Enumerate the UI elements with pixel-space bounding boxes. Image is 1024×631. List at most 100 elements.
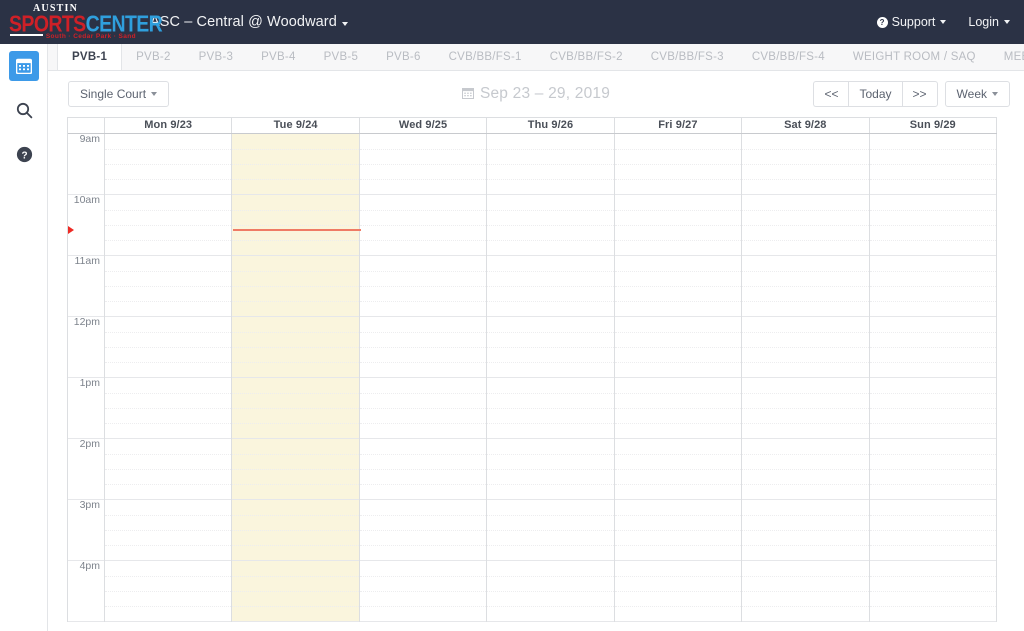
hour-slot[interactable] (105, 195, 232, 256)
sidebar-item-search[interactable] (0, 88, 48, 132)
hour-slot[interactable] (614, 317, 742, 378)
facility-selector[interactable]: ASC – Central @ Woodward (150, 14, 348, 30)
day-column[interactable] (614, 134, 743, 622)
hour-slot[interactable] (742, 195, 869, 256)
hour-slot[interactable] (105, 561, 232, 622)
hour-slot[interactable] (742, 500, 869, 561)
hour-slot[interactable] (232, 439, 359, 500)
day-column[interactable] (105, 134, 233, 622)
hour-slot[interactable] (614, 256, 742, 317)
tab-cvb-bb-fs-1[interactable]: CVB/BB/FS-1 (435, 44, 536, 70)
login-menu[interactable]: Login (968, 15, 1010, 29)
hour-slot[interactable] (232, 195, 359, 256)
hour-slot[interactable] (359, 500, 487, 561)
hour-slot[interactable] (359, 256, 487, 317)
hour-slot[interactable] (869, 378, 996, 439)
support-menu[interactable]: ? Support (876, 15, 947, 29)
hour-slot[interactable] (869, 256, 996, 317)
hour-slot[interactable] (232, 317, 359, 378)
hour-slot[interactable] (105, 439, 232, 500)
hour-slot[interactable] (742, 561, 869, 622)
day-header[interactable]: Fri 9/27 (615, 118, 743, 133)
hour-slot[interactable] (742, 317, 869, 378)
next-period-button[interactable]: >> (901, 81, 938, 107)
hour-slot[interactable] (487, 317, 614, 378)
hour-slot[interactable] (232, 378, 359, 439)
hour-slot[interactable] (614, 378, 742, 439)
sidebar-item-help[interactable]: ? (0, 132, 48, 176)
hour-slot[interactable] (742, 256, 869, 317)
tab-pvb-3[interactable]: PVB-3 (185, 44, 248, 70)
view-mode-dropdown[interactable]: Week (944, 81, 1010, 107)
hour-label: 9am (79, 133, 100, 145)
hour-slot[interactable] (232, 134, 359, 195)
tab-weight-room-saq[interactable]: WEIGHT ROOM / SAQ (839, 44, 990, 70)
hour-slot[interactable] (869, 195, 996, 256)
day-header[interactable]: Tue 9/24 (232, 118, 360, 133)
tab-pvb-2[interactable]: PVB-2 (122, 44, 185, 70)
today-button[interactable]: Today (848, 81, 902, 107)
hour-slot[interactable] (487, 439, 614, 500)
tab-cvb-bb-fs-2[interactable]: CVB/BB/FS-2 (536, 44, 637, 70)
brand-logo[interactable]: AUSTIN SPORTSCENTER South · Cedar Park ·… (8, 3, 163, 41)
day-header[interactable]: Mon 9/23 (105, 118, 233, 133)
day-column[interactable] (487, 134, 615, 622)
hour-slot[interactable] (105, 256, 232, 317)
hour-slot[interactable] (614, 195, 742, 256)
hour-slot[interactable] (614, 134, 742, 195)
hour-slot[interactable] (614, 561, 742, 622)
tab-cvb-bb-fs-4[interactable]: CVB/BB/FS-4 (738, 44, 839, 70)
day-column[interactable] (742, 134, 870, 622)
hour-slot[interactable] (105, 317, 232, 378)
hour-slot[interactable] (105, 134, 232, 195)
day-column-today[interactable] (232, 134, 360, 622)
day-header[interactable]: Thu 9/26 (487, 118, 615, 133)
hour-slot[interactable] (869, 500, 996, 561)
hour-slot[interactable] (742, 439, 869, 500)
hour-slot[interactable] (232, 561, 359, 622)
tab-pvb-6[interactable]: PVB-6 (372, 44, 435, 70)
tab-pvb-1[interactable]: PVB-1 (57, 44, 123, 70)
court-mode-dropdown[interactable]: Single Court (68, 81, 170, 107)
hour-slot[interactable] (105, 378, 232, 439)
hour-slot[interactable] (359, 378, 487, 439)
day-header[interactable]: Wed 9/25 (360, 118, 488, 133)
hour-label: 12pm (73, 316, 100, 328)
hour-slot[interactable] (487, 500, 614, 561)
hour-slot[interactable] (742, 378, 869, 439)
sidebar-item-calendar[interactable] (0, 44, 48, 88)
day-column[interactable] (869, 134, 997, 622)
tab-cvb-bb-fs-3[interactable]: CVB/BB/FS-3 (637, 44, 738, 70)
hour-slot[interactable] (487, 256, 614, 317)
hour-slot[interactable] (869, 317, 996, 378)
quarter-hour-line (614, 286, 742, 287)
hour-slot[interactable] (359, 561, 487, 622)
tab-pvb-4[interactable]: PVB-4 (247, 44, 310, 70)
hour-slot[interactable] (105, 500, 232, 561)
hour-slot[interactable] (232, 256, 359, 317)
hour-slot[interactable] (869, 134, 996, 195)
day-column[interactable] (359, 134, 488, 622)
day-header[interactable]: Sun 9/29 (870, 118, 997, 133)
day-header[interactable]: Sat 9/28 (742, 118, 870, 133)
hour-slot[interactable] (614, 439, 742, 500)
hour-slot[interactable] (359, 134, 487, 195)
hour-slot[interactable] (487, 561, 614, 622)
hour-slot[interactable] (487, 134, 614, 195)
hour-slot[interactable] (742, 134, 869, 195)
hour-slot[interactable] (487, 195, 614, 256)
hour-slot[interactable] (487, 378, 614, 439)
hour-slot[interactable] (869, 439, 996, 500)
help-icon-button[interactable]: ? (9, 139, 39, 169)
hour-slot[interactable] (869, 561, 996, 622)
prev-period-button[interactable]: << (813, 81, 849, 107)
tab-pvb-5[interactable]: PVB-5 (310, 44, 373, 70)
search-icon-button[interactable] (9, 95, 39, 125)
hour-slot[interactable] (232, 500, 359, 561)
tab-meeting-room[interactable]: MEETING ROOM (990, 44, 1024, 70)
hour-slot[interactable] (359, 195, 487, 256)
hour-slot[interactable] (359, 317, 487, 378)
hour-slot[interactable] (614, 500, 742, 561)
hour-slot[interactable] (359, 439, 487, 500)
calendar-icon-button[interactable] (9, 51, 39, 81)
